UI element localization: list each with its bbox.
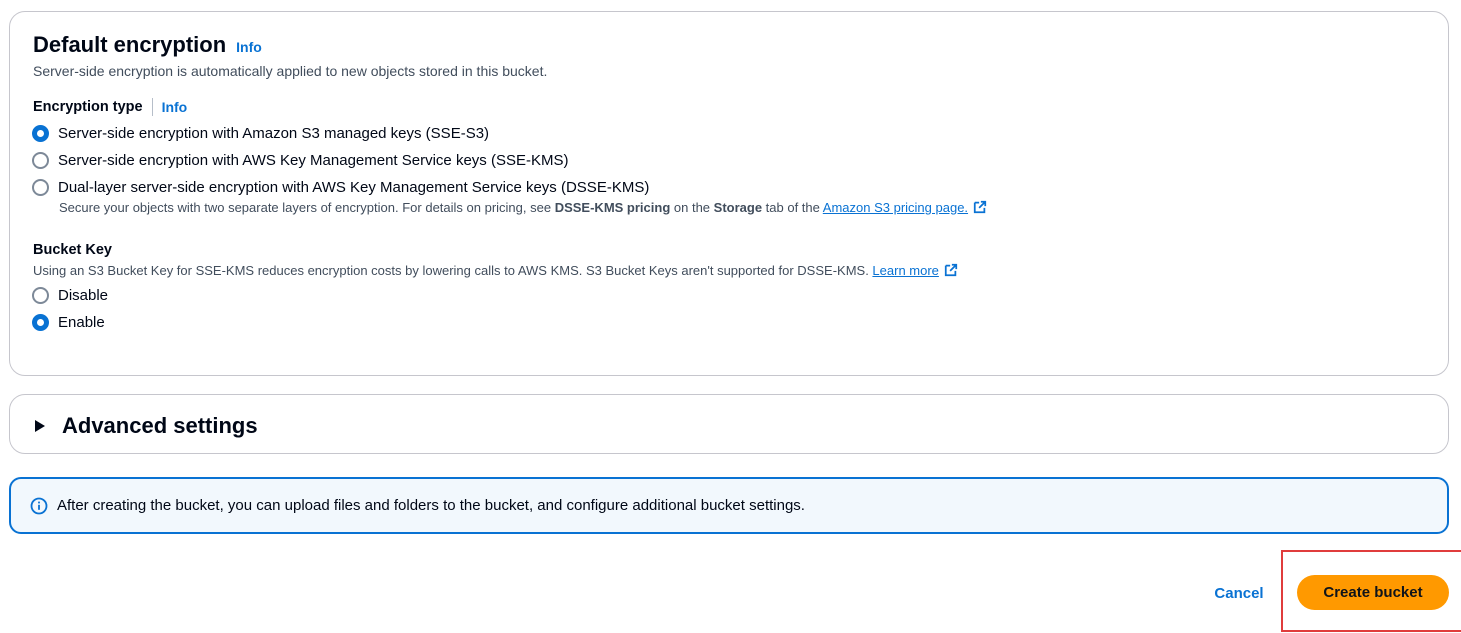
radio-label-disable: Disable (58, 287, 109, 304)
learn-more-link[interactable]: Learn more (872, 263, 938, 278)
default-encryption-panel: Default encryption Info Server-side encr… (9, 11, 1449, 376)
create-bucket-button[interactable]: Create bucket (1297, 575, 1449, 610)
radio-option-bucket-key-disable[interactable]: Disable (32, 287, 108, 304)
bucket-key-description: Using an S3 Bucket Key for SSE-KMS reduc… (33, 263, 958, 278)
bucket-key-description-text: Using an S3 Bucket Key for SSE-KMS reduc… (33, 263, 873, 278)
radio-dsse-kms[interactable] (32, 179, 49, 196)
radio-option-bucket-key-enable[interactable]: Enable (32, 314, 105, 331)
dsse-note-bold-storage: Storage (713, 200, 763, 215)
dsse-note-prefix: Secure your objects with two separate la… (59, 200, 555, 215)
dsse-kms-description: Secure your objects with two separate la… (59, 200, 987, 215)
advanced-settings-toggle[interactable]: Advanced settings (35, 413, 258, 439)
info-alert-text: After creating the bucket, you can uploa… (57, 497, 805, 514)
label-divider (151, 98, 153, 116)
dsse-note-suffix: tab of the (762, 200, 823, 215)
radio-option-dsse-kms[interactable]: Dual-layer server-side encryption with A… (32, 179, 649, 196)
encryption-type-info-link[interactable]: Info (162, 99, 188, 115)
encryption-type-label: Encryption type (33, 99, 143, 115)
default-encryption-title: Default encryption (33, 32, 227, 57)
bucket-key-label: Bucket Key (33, 242, 112, 258)
default-encryption-header: Default encryption Info (33, 32, 262, 58)
dsse-note-bold-pricing: DSSE-KMS pricing (554, 200, 671, 215)
external-link-icon[interactable] (944, 263, 958, 277)
radio-label-sse-kms: Server-side encryption with AWS Key Mana… (58, 152, 569, 169)
radio-option-sse-s3[interactable]: Server-side encryption with Amazon S3 ma… (32, 125, 489, 142)
default-encryption-description: Server-side encryption is automatically … (33, 63, 548, 79)
advanced-settings-title[interactable]: Advanced settings (62, 413, 258, 439)
info-alert: After creating the bucket, you can uploa… (9, 477, 1449, 534)
radio-label-dsse-kms: Dual-layer server-side encryption with A… (58, 179, 650, 196)
caret-right-icon[interactable] (35, 420, 45, 432)
default-encryption-info-link[interactable]: Info (236, 39, 262, 55)
s3-pricing-page-link[interactable]: Amazon S3 pricing page. (823, 200, 968, 215)
radio-sse-kms[interactable] (32, 152, 49, 169)
radio-sse-s3[interactable] (32, 125, 49, 142)
cancel-button[interactable]: Cancel (1204, 578, 1274, 608)
dsse-note-middle: on the (670, 200, 714, 215)
radio-bucket-key-disable[interactable] (32, 287, 49, 304)
info-circle-icon (30, 497, 48, 514)
radio-option-sse-kms[interactable]: Server-side encryption with AWS Key Mana… (32, 152, 568, 169)
radio-bucket-key-enable[interactable] (32, 314, 49, 331)
radio-label-enable: Enable (58, 314, 105, 331)
radio-label-sse-s3: Server-side encryption with Amazon S3 ma… (58, 125, 490, 142)
advanced-settings-panel: Advanced settings (9, 394, 1449, 454)
external-link-icon[interactable] (973, 200, 987, 214)
encryption-type-label-row: Encryption type Info (33, 98, 187, 116)
